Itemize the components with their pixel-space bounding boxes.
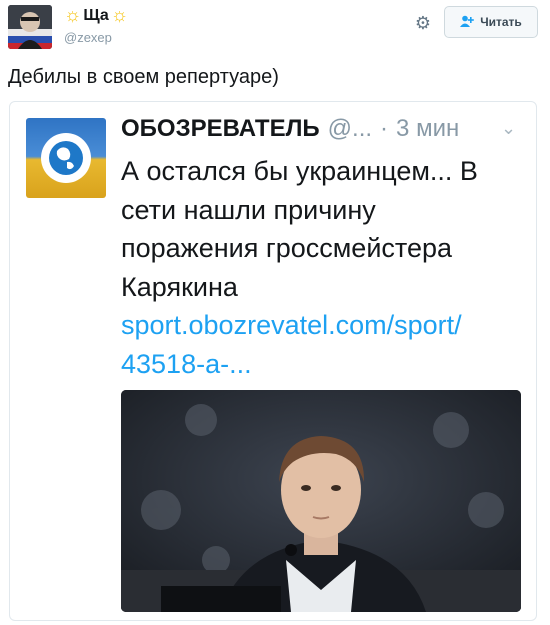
quoted-timestamp[interactable]: 3 мин xyxy=(396,115,459,143)
quoted-avatar[interactable] xyxy=(26,118,106,198)
quoted-link[interactable]: sport.obozrevatel.com/sport/ 43518-a-... xyxy=(121,306,521,383)
author-handle[interactable]: @zexep xyxy=(64,30,112,45)
quoted-link-line[interactable]: sport.obozrevatel.com/sport/ xyxy=(121,306,521,345)
quoted-author-name[interactable]: ОБОЗРЕВАТЕЛЬ xyxy=(121,115,320,143)
tweet-text: Дебилы в своем репертуаре) xyxy=(8,66,279,88)
quoted-text: А остался бы украинцем... В сети нашли п… xyxy=(121,152,521,383)
avatar[interactable] xyxy=(8,5,52,49)
chevron-down-icon[interactable]: ⌄ xyxy=(501,118,516,139)
author-name[interactable]: Ща xyxy=(83,7,108,25)
quoted-text-line: сети нашли причину xyxy=(121,194,376,225)
gear-icon[interactable]: ⚙ xyxy=(410,10,436,36)
separator-dot: · xyxy=(380,115,389,142)
tweet-header: ☼ Ща ☼ @zexep ⚙ Читать xyxy=(0,0,550,58)
quoted-header: ОБОЗРЕВАТЕЛЬ @... · 3 мин xyxy=(121,115,459,143)
quoted-text-line: Карякина xyxy=(121,271,238,302)
sun-icon: ☼ xyxy=(64,5,82,26)
author-name-row[interactable]: ☼ Ща ☼ xyxy=(64,6,128,26)
follow-button[interactable]: Читать xyxy=(444,6,538,38)
quoted-link-line[interactable]: 43518-a-... xyxy=(121,345,521,384)
quoted-author-handle[interactable]: @... xyxy=(328,115,372,143)
sun-icon: ☼ xyxy=(110,5,129,26)
quoted-media-photo[interactable] xyxy=(121,390,521,612)
quoted-text-line: поражения гроссмейстера xyxy=(121,233,453,263)
follow-label: Читать xyxy=(480,15,522,29)
quoted-tweet[interactable]: ОБОЗРЕВАТЕЛЬ @... · 3 мин ⌄ А остался бы… xyxy=(9,101,537,621)
add-person-icon xyxy=(460,15,474,30)
quoted-text-line: А остался бы украинцем... В xyxy=(121,156,478,186)
